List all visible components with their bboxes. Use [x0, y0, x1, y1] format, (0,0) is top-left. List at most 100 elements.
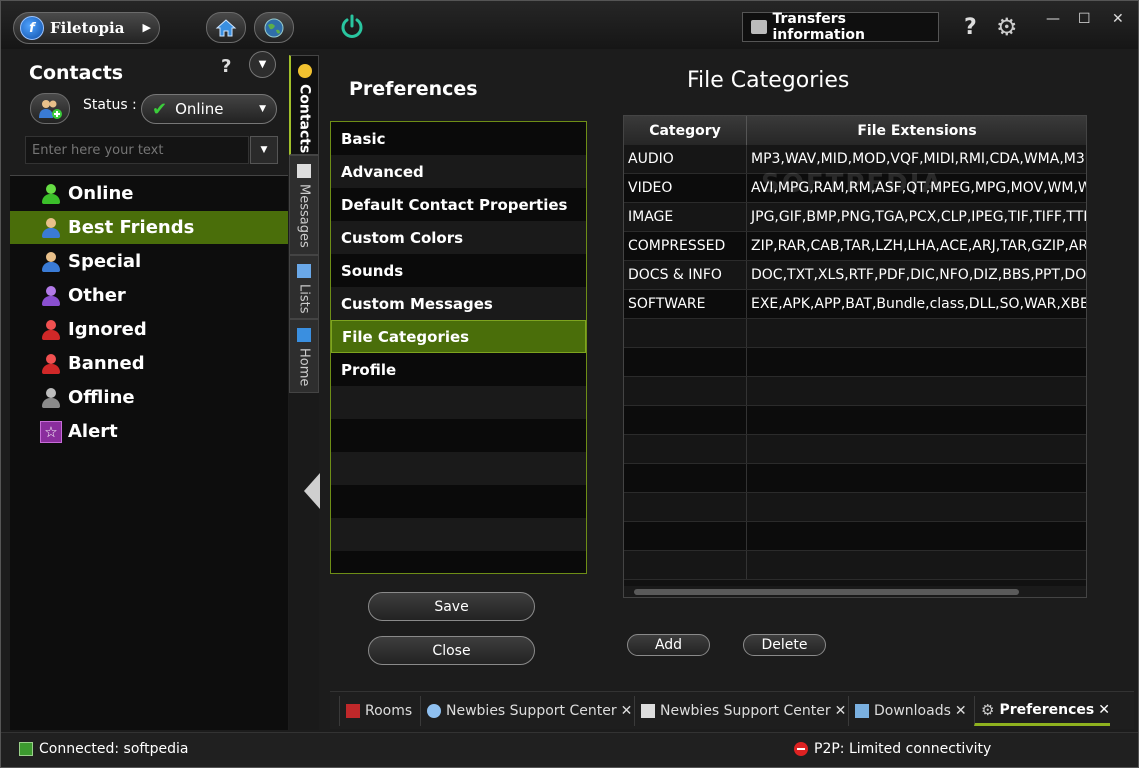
home-button[interactable] — [206, 12, 246, 43]
close-tab-icon[interactable]: ✕ — [621, 703, 633, 719]
empty-row — [624, 464, 1086, 493]
pref-empty-row — [331, 452, 586, 485]
tab-preferences[interactable]: ⚙ Preferences ✕ — [974, 696, 1110, 726]
pref-item-default-contact-properties[interactable]: Default Contact Properties — [331, 188, 586, 221]
add-button[interactable]: Add — [627, 634, 710, 656]
add-contact-button[interactable] — [30, 93, 70, 124]
close-tab-icon[interactable]: ✕ — [1098, 702, 1110, 718]
person-red-icon — [41, 353, 61, 375]
contact-group-ignored[interactable]: Ignored — [10, 313, 288, 346]
table-row[interactable]: DOCS & INFO DOC,TXT,XLS,RTF,PDF,DIC,NFO,… — [624, 261, 1087, 290]
save-button[interactable]: Save — [368, 592, 535, 621]
delete-button[interactable]: Delete — [743, 634, 826, 656]
pref-item-custom-messages[interactable]: Custom Messages — [331, 287, 586, 320]
transfers-information-button[interactable]: Transfers information — [742, 11, 939, 43]
cell-category: COMPRESSED — [624, 232, 747, 260]
pref-item-profile[interactable]: Profile — [331, 353, 586, 386]
contact-group-label: Alert — [68, 421, 118, 442]
add-contact-icon — [39, 99, 62, 119]
contact-group-alert[interactable]: ☆ Alert — [10, 415, 288, 448]
chat-bubble-icon — [427, 704, 441, 718]
play-arrow-icon: ▶ — [142, 21, 151, 34]
tab-messages[interactable]: Messages — [289, 155, 319, 255]
help-icon[interactable]: ? — [964, 15, 977, 40]
column-header-file-extensions[interactable]: File Extensions — [747, 116, 1086, 145]
bottom-tab-bar: Rooms Newbies Support Center ✕ Newbies S… — [330, 691, 1134, 729]
people-icon — [41, 217, 61, 239]
status-select[interactable]: ✔ Online ▼ — [141, 94, 277, 124]
globe-icon — [264, 18, 284, 37]
app-window: f Filetopia ▶ Transfers information ? ⚙ … — [0, 0, 1139, 768]
smiley-icon — [297, 64, 312, 78]
person-green-icon — [41, 183, 61, 205]
top-toolbar: f Filetopia ▶ Transfers information ? ⚙ … — [1, 1, 1138, 49]
gear-icon[interactable]: ⚙ — [996, 13, 1018, 41]
column-header-category[interactable]: Category — [624, 116, 747, 145]
table-row[interactable]: SOFTWARE EXE,APK,APP,BAT,Bundle,class,DL… — [624, 290, 1087, 319]
close-button[interactable]: Close — [368, 636, 535, 665]
minimize-button[interactable]: — — [1046, 11, 1060, 27]
scrollbar-thumb[interactable] — [634, 589, 1019, 595]
contact-group-online[interactable]: Online — [10, 177, 288, 210]
tab-downloads[interactable]: Downloads ✕ — [848, 696, 967, 726]
connected-icon — [19, 742, 33, 756]
empty-row — [624, 377, 1086, 406]
tab-label: Messages — [296, 184, 312, 248]
contact-group-other[interactable]: Other — [10, 279, 288, 312]
status-message-dropdown[interactable]: ▼ — [250, 136, 278, 164]
close-tab-icon[interactable]: ✕ — [835, 703, 847, 719]
close-tab-icon[interactable]: ✕ — [955, 703, 967, 719]
board-icon — [641, 704, 655, 718]
preferences-title: Preferences — [349, 78, 478, 100]
empty-row — [624, 319, 1086, 348]
contact-group-special[interactable]: Special — [10, 245, 288, 278]
contact-group-banned[interactable]: Banned — [10, 347, 288, 380]
pref-item-file-categories[interactable]: File Categories — [331, 320, 586, 353]
transfers-icon — [751, 20, 767, 34]
chevron-down-icon: ▼ — [259, 104, 266, 114]
globe-button[interactable] — [254, 12, 294, 43]
no-entry-icon — [794, 742, 808, 756]
contact-group-label: Ignored — [68, 319, 147, 340]
contacts-menu-button[interactable]: ▼ — [249, 51, 276, 78]
person-red-icon — [41, 319, 61, 341]
tab-label: Downloads — [874, 703, 951, 719]
cell-extensions: EXE,APK,APP,BAT,Bundle,class,DLL,SO,WAR,… — [751, 296, 1087, 312]
power-button[interactable] — [338, 13, 366, 41]
collapse-panel-arrow[interactable] — [304, 473, 320, 509]
p2p-status-text: P2P: Limited connectivity — [814, 741, 992, 757]
tab-label: Home — [296, 348, 312, 387]
tab-contacts[interactable]: Contacts — [289, 55, 319, 155]
pref-item-label: File Categories — [342, 327, 470, 346]
cell-category: SOFTWARE — [624, 290, 747, 318]
pref-item-label: Custom Messages — [341, 294, 493, 313]
contact-group-offline[interactable]: Offline — [10, 381, 288, 414]
empty-row — [624, 406, 1086, 435]
tab-home[interactable]: Home — [289, 319, 319, 393]
status-label: Status : — [83, 97, 137, 113]
tab-label: Lists — [296, 284, 312, 314]
pref-item-custom-colors[interactable]: Custom Colors — [331, 221, 586, 254]
pref-item-basic[interactable]: Basic — [331, 122, 586, 155]
cell-extensions: DOC,TXT,XLS,RTF,PDF,DIC,NFO,DIZ,BBS,PPT,… — [751, 267, 1087, 283]
table-row[interactable]: COMPRESSED ZIP,RAR,CAB,TAR,LZH,LHA,ACE,A… — [624, 232, 1087, 261]
tab-lists[interactable]: Lists — [289, 255, 319, 319]
pref-item-sounds[interactable]: Sounds — [331, 254, 586, 287]
status-message-input[interactable] — [25, 136, 249, 164]
contact-group-best-friends[interactable]: Best Friends — [10, 211, 288, 244]
tab-rooms[interactable]: Rooms — [339, 696, 412, 726]
cell-category: AUDIO — [624, 145, 747, 173]
brand-name: Filetopia — [50, 19, 125, 37]
table-row[interactable]: IMAGE JPG,GIF,BMP,PNG,TGA,PCX,CLP,IPEG,T… — [624, 203, 1086, 232]
horizontal-scrollbar[interactable] — [624, 586, 1086, 597]
maximize-button[interactable]: ☐ — [1078, 11, 1091, 27]
cell-category: DOCS & INFO — [624, 261, 747, 289]
tab-newbies-support-center-board[interactable]: Newbies Support Center ✕ — [634, 696, 846, 726]
preferences-list: Basic Advanced Default Contact Propertie… — [330, 121, 587, 574]
pref-item-advanced[interactable]: Advanced — [331, 155, 586, 188]
tab-newbies-support-center-chat[interactable]: Newbies Support Center ✕ — [420, 696, 632, 726]
cell-extensions: ZIP,RAR,CAB,TAR,LZH,LHA,ACE,ARJ,TAR,GZIP… — [751, 238, 1087, 254]
contacts-help-icon[interactable]: ? — [221, 56, 231, 77]
brand-menu-button[interactable]: f Filetopia ▶ — [13, 12, 160, 44]
close-window-button[interactable]: ✕ — [1112, 11, 1124, 27]
